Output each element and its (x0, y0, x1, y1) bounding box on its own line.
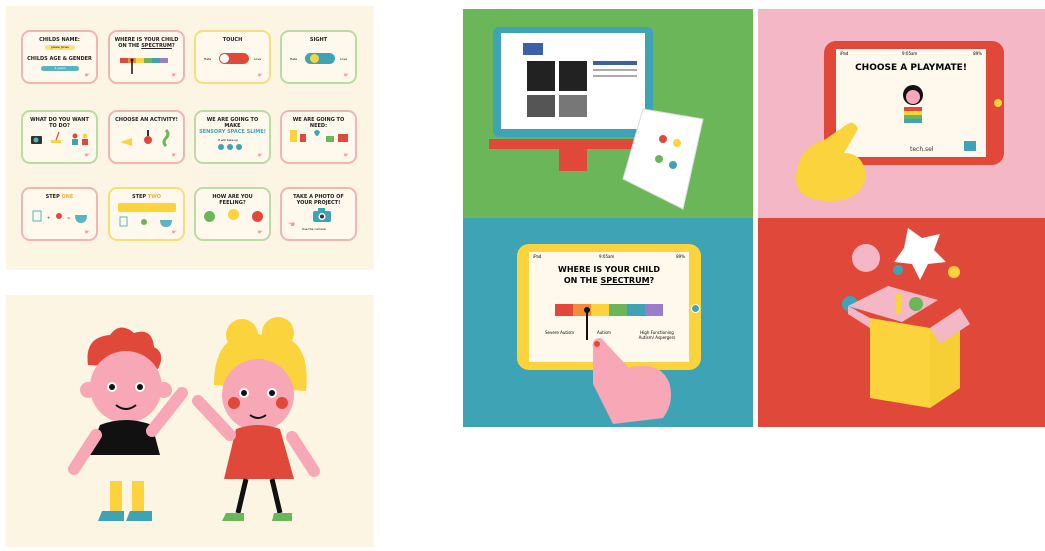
age-field[interactable]: 4 years (41, 66, 79, 71)
printer-icon[interactable] (964, 141, 976, 151)
home-button[interactable] (691, 304, 700, 313)
activity-icons (31, 131, 88, 145)
step-two-instruction (118, 203, 176, 212)
hand-icon: ☛ (257, 229, 263, 236)
hand-icon: ☛ (171, 72, 177, 79)
cell-spectrum: iPad 9:05am 89% WHERE IS YOUR CHILD ON T… (463, 218, 753, 427)
spectrum-title: WHERE IS YOUR CHILD ON THE SPECTRUM? (558, 265, 660, 285)
sad-face-icon[interactable] (252, 211, 263, 222)
card-title: CHILDS NAME: (39, 37, 80, 43)
time-label: 9:05am (599, 254, 615, 259)
kids-artwork (68, 317, 320, 521)
desktop-illustration (489, 27, 704, 210)
card-take-photo[interactable]: TAKE A PHOTO OF YOUR PROJECT! Use the cam… (280, 187, 357, 241)
hand-icon: ☚ (288, 220, 296, 229)
brand-label: tech.sel (910, 146, 934, 153)
hand-icon: ☛ (257, 72, 263, 79)
time-label: 9:05am (902, 51, 918, 56)
card-childs-name[interactable]: CHILDS NAME: Jessie Jones CHILDS AGE & G… (21, 30, 98, 84)
ingredients-icons (290, 130, 348, 142)
hand-icon: ☛ (84, 152, 90, 159)
wireframe-sheet: CHILDS NAME: Jessie Jones CHILDS AGE & G… (6, 6, 374, 270)
card-title: CHOOSE AN ACTIVITY! (115, 117, 178, 123)
card-sight[interactable]: SIGHT Hate Love ☛ (280, 30, 357, 84)
happy-face-icon[interactable] (204, 211, 215, 222)
hand-icon: ☛ (257, 152, 263, 159)
card-title: STEP TWO (131, 194, 162, 200)
cell-playmate: iPad 9:05am 89% CHOOSE A PLAYMATE! tech.… (758, 9, 1045, 218)
svg-text:+: + (47, 215, 50, 220)
card-subtitle: CHILDS AGE & GENDER (27, 56, 92, 62)
spectrum-slider[interactable] (120, 54, 176, 78)
hate-label: Hate (204, 57, 212, 61)
card-step-one[interactable]: STEP ONE + = ☛ (21, 187, 98, 241)
playmate-avatar[interactable] (896, 81, 930, 131)
card-need[interactable]: WE ARE GOING TO NEED: ☛ (280, 110, 357, 164)
love-label: Love (340, 57, 348, 61)
card-title: TAKE A PHOTO OF YOUR PROJECT! (293, 194, 344, 206)
boy-figure (68, 327, 188, 521)
hand-icon: ☛ (343, 72, 349, 79)
device-label: iPad (840, 51, 849, 56)
battery-label: 89% (973, 51, 982, 56)
toy-box-illustration (842, 228, 970, 408)
card-choose-activity[interactable]: CHOOSE AN ACTIVITY! ☛ (108, 110, 185, 164)
hand-icon: ☛ (171, 152, 177, 159)
card-feeling[interactable]: HOW ARE YOU FEELING? ☛ (194, 187, 271, 241)
sight-toggle[interactable] (305, 53, 335, 64)
battery-label: 89% (676, 254, 685, 259)
timer-icon (218, 144, 242, 150)
playmate-title: CHOOSE A PLAYMATE! (855, 63, 967, 73)
hand-pointer-icon (796, 122, 866, 202)
camera-note: Use the camera (302, 227, 326, 231)
card-title: HOW ARE YOU FEELING? (212, 194, 253, 206)
device-label: iPad (533, 254, 542, 259)
card-title: WHAT DO YOU WANT TO DO? (30, 117, 89, 129)
girl-figure (192, 317, 320, 521)
scale-left-label: Severe Autism (545, 330, 575, 335)
hand-icon: ☛ (343, 152, 349, 159)
hand-icon: ☛ (84, 72, 90, 79)
card-step-two[interactable]: STEP TWO ☛ (108, 187, 185, 241)
card-touch[interactable]: TOUCH Hate Love ☛ (194, 30, 271, 84)
card-title: SIGHT (309, 37, 328, 43)
illustration-grid: iPad 9:05am 89% CHOOSE A PLAYMATE! tech.… (463, 9, 1045, 427)
touch-toggle[interactable] (219, 53, 249, 64)
camera-icon[interactable] (312, 207, 332, 223)
card-title: WHERE IS YOUR CHILD ON THE SPECTRUM? (114, 37, 179, 49)
cell-desktop (463, 9, 753, 218)
card-title: TOUCH (222, 37, 243, 43)
hate-label: Hate (290, 57, 298, 61)
name-field[interactable]: Jessie Jones (45, 45, 75, 50)
activity-choice-icons (120, 128, 170, 148)
home-button[interactable] (994, 99, 1002, 107)
hand-icon: ☛ (171, 229, 177, 236)
card-title: WE ARE GOING TO MAKE SENSORY SPACE SLIME! (199, 117, 266, 135)
card-what-to-do[interactable]: WHAT DO YOU WANT TO DO? ☛ (21, 110, 98, 164)
step-two-icons (119, 216, 172, 227)
card-title: STEP ONE (45, 194, 74, 200)
hand-icon: ☛ (84, 229, 90, 236)
love-label: Love (254, 57, 262, 61)
kids-illustration (6, 295, 374, 547)
card-spectrum[interactable]: WHERE IS YOUR CHILD ON THE SPECTRUM? ☛ (108, 30, 185, 84)
card-space-slime[interactable]: WE ARE GOING TO MAKE SENSORY SPACE SLIME!… (194, 110, 271, 164)
step-one-icons: + = (32, 210, 87, 223)
svg-text:=: = (67, 215, 70, 220)
cell-box (758, 218, 1045, 427)
hand-pointer-icon (592, 338, 671, 424)
ok-face-icon[interactable] (228, 209, 239, 220)
